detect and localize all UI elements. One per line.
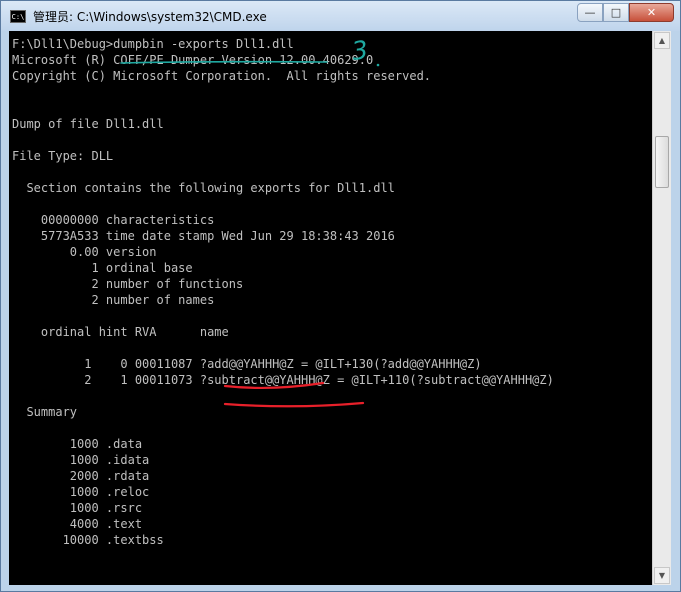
console-line: 1000 .reloc	[12, 485, 150, 499]
console-line: 00000000 characteristics	[12, 213, 215, 227]
maximize-icon: □	[610, 6, 622, 19]
console-line: 2 1 00011073 ?subtract@@YAHHH@Z = @ILT+1…	[12, 373, 554, 387]
console-line: 5773A533 time date stamp Wed Jun 29 18:3…	[12, 229, 395, 243]
console-lines: F:\Dll1\Debug>dumpbin -exports Dll1.dll M…	[12, 36, 554, 548]
minimize-icon: —	[584, 6, 596, 19]
close-button[interactable]: ✕	[629, 3, 674, 22]
cmd-window: C:\ 管理员: C:\Windows\system32\CMD.exe — □…	[0, 0, 681, 592]
console-line: 2 number of names	[12, 293, 215, 307]
scroll-down-arrow-icon[interactable]: ▼	[654, 567, 670, 584]
minimize-button[interactable]: —	[577, 3, 603, 22]
close-icon: ✕	[646, 6, 657, 19]
console-line: Summary	[12, 405, 78, 419]
console-line: Section contains the following exports f…	[12, 181, 395, 195]
console-line: 1000 .rsrc	[12, 501, 143, 515]
console-line: File Type: DLL	[12, 149, 114, 163]
console-line: F:\Dll1\Debug>dumpbin -exports Dll1.dll	[12, 37, 294, 51]
maximize-button[interactable]: □	[603, 3, 629, 22]
scroll-thumb[interactable]	[655, 136, 669, 188]
window-controls: — □ ✕	[577, 3, 674, 22]
window-title: 管理员: C:\Windows\system32\CMD.exe	[33, 10, 267, 24]
console-line: 0.00 version	[12, 245, 157, 259]
console-line: Copyright (C) Microsoft Corporation. All…	[12, 69, 432, 83]
console-line: 1 ordinal base	[12, 261, 193, 275]
console-line: 1000 .idata	[12, 453, 150, 467]
console-line: 2 number of functions	[12, 277, 244, 291]
console-line: Dump of file Dll1.dll	[12, 117, 164, 131]
console-line: 1000 .data	[12, 437, 143, 451]
console-output[interactable]: F:\Dll1\Debug>dumpbin -exports Dll1.dll M…	[9, 31, 652, 585]
console-line: 1 0 00011087 ?add@@YAHHH@Z = @ILT+130(?a…	[12, 357, 482, 371]
cmd-icon: C:\	[10, 10, 26, 23]
console-line: 4000 .text	[12, 517, 143, 531]
title-bar[interactable]: C:\ 管理员: C:\Windows\system32\CMD.exe — □…	[1, 1, 680, 31]
console-line: Microsoft (R) COFF/PE Dumper Version 12.…	[12, 53, 374, 67]
scroll-up-arrow-icon[interactable]: ▲	[654, 32, 670, 49]
console-line: 2000 .rdata	[12, 469, 150, 483]
vertical-scrollbar[interactable]: ▲ ▼	[652, 31, 671, 585]
console-line: 10000 .textbss	[12, 533, 164, 547]
console-line: ordinal hint RVA name	[12, 325, 229, 339]
